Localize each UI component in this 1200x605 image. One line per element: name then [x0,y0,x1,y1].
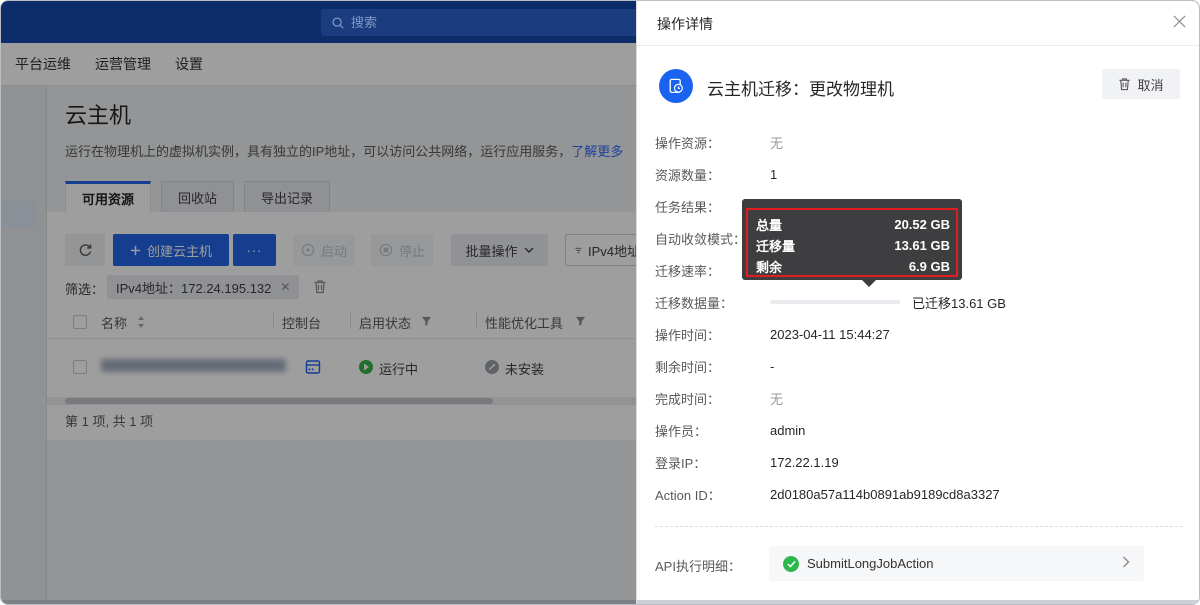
tooltip-value: 20.52 GB [894,217,950,232]
field-label: 操作时间 [655,328,707,343]
trash-icon [1118,77,1131,91]
colon: ： [693,456,706,471]
tooltip-row-total: 总量 20.52 GB [756,214,950,235]
success-check-icon [783,556,799,572]
field-migrated-data: 迁移数据量： 已迁移13.61 GB [655,286,1185,318]
migration-task-icon [659,69,693,103]
field-label: 迁移速率 [655,264,707,279]
field-action-id: Action ID： 2d0180a57a114b0891ab9189cd8a3… [655,478,1185,510]
colon: ： [707,360,720,375]
tooltip-value: 13.61 GB [894,238,950,253]
api-detail-label-text: API执行明细 [655,559,728,574]
colon: ： [720,296,733,311]
api-action-row[interactable]: SubmitLongJobAction [769,546,1144,581]
panel-title: 操作详情 [657,14,713,34]
field-value: 172.22.1.19 [770,455,839,470]
panel-header: 操作详情 [637,1,1200,46]
field-completion-time: 完成时间： 无 [655,382,1185,414]
colon: ： [708,488,721,503]
api-detail-label: API执行明细： [655,556,741,575]
migration-tooltip: 总量 20.52 GB 迁移量 13.61 GB 剩余 6.9 GB [742,199,962,280]
field-value: 2d0180a57a114b0891ab9189cd8a3327 [770,487,1000,502]
field-remaining-time: 剩余时间： - [655,350,1185,382]
dashed-divider [655,526,1183,527]
tooltip-label: 迁移量 [756,236,795,255]
field-value: 无 [770,133,783,152]
colon: ： [707,200,720,215]
app-window: 平台运维 运营管理 设置 云主机 运行在物理机上的虚拟机实例，具有独立的IP地址… [0,0,1200,605]
tooltip-arrow [862,280,876,287]
field-label: 操作员 [655,424,694,439]
field-value: 1 [770,167,777,182]
colon: ： [707,328,720,343]
field-label: 自动收敛模式 [655,232,733,247]
field-label: Action ID [655,488,708,503]
detail-fields: 操作资源： 无 资源数量： 1 任务结果： 自动收敛模式： 迁移速率： 迁移数据… [655,126,1185,510]
field-label: 操作资源 [655,136,707,151]
chevron-right-icon[interactable] [1122,555,1130,573]
tooltip-label: 剩余 [756,257,782,276]
tooltip-row-migrated: 迁移量 13.61 GB [756,235,950,256]
field-label: 任务结果 [655,200,707,215]
migrated-amount-label: 已迁移13.61 GB [912,293,1006,312]
colon: ： [694,424,707,439]
modal-overlay[interactable] [1,43,636,605]
tooltip-row-remaining: 剩余 6.9 GB [756,256,950,277]
search-icon [331,16,345,30]
field-operation-time: 操作时间： 2023-04-11 15:44:27 [655,318,1185,350]
field-label: 剩余时间 [655,360,707,375]
operation-title: 云主机迁移：更改物理机 [707,75,894,100]
tooltip-rows: 总量 20.52 GB 迁移量 13.61 GB 剩余 6.9 GB [756,214,950,277]
global-search[interactable] [321,9,639,36]
field-label: 登录IP [655,456,693,471]
operation-detail-panel: 操作详情 云主机迁移：更改物理机 取消 操作资源： 无 [636,1,1200,605]
field-value: 无 [770,389,783,408]
search-input[interactable] [351,15,629,30]
field-label: 完成时间 [655,392,707,407]
cancel-label: 取消 [1137,75,1163,94]
field-resource-count: 资源数量： 1 [655,158,1185,190]
field-value: 2023-04-11 15:44:27 [770,327,890,342]
close-icon[interactable] [1173,15,1186,33]
colon: ： [707,392,720,407]
field-value: admin [770,423,805,438]
colon: ： [707,264,720,279]
cancel-operation-button[interactable]: 取消 [1102,69,1180,99]
window-bottom-edge [637,600,1200,605]
api-action-name: SubmitLongJobAction [807,556,1114,571]
colon: ： [707,136,720,151]
field-operator: 操作员： admin [655,414,1185,446]
field-value: - [770,359,774,374]
colon: ： [728,559,741,574]
tooltip-value: 6.9 GB [909,259,950,274]
field-operation-resource: 操作资源： 无 [655,126,1185,158]
tooltip-label: 总量 [756,215,782,234]
colon: ： [707,168,720,183]
field-label: 资源数量 [655,168,707,183]
field-login-ip: 登录IP： 172.22.1.19 [655,446,1185,478]
field-label: 迁移数据量 [655,296,720,311]
migration-progress-bar[interactable] [770,300,900,304]
